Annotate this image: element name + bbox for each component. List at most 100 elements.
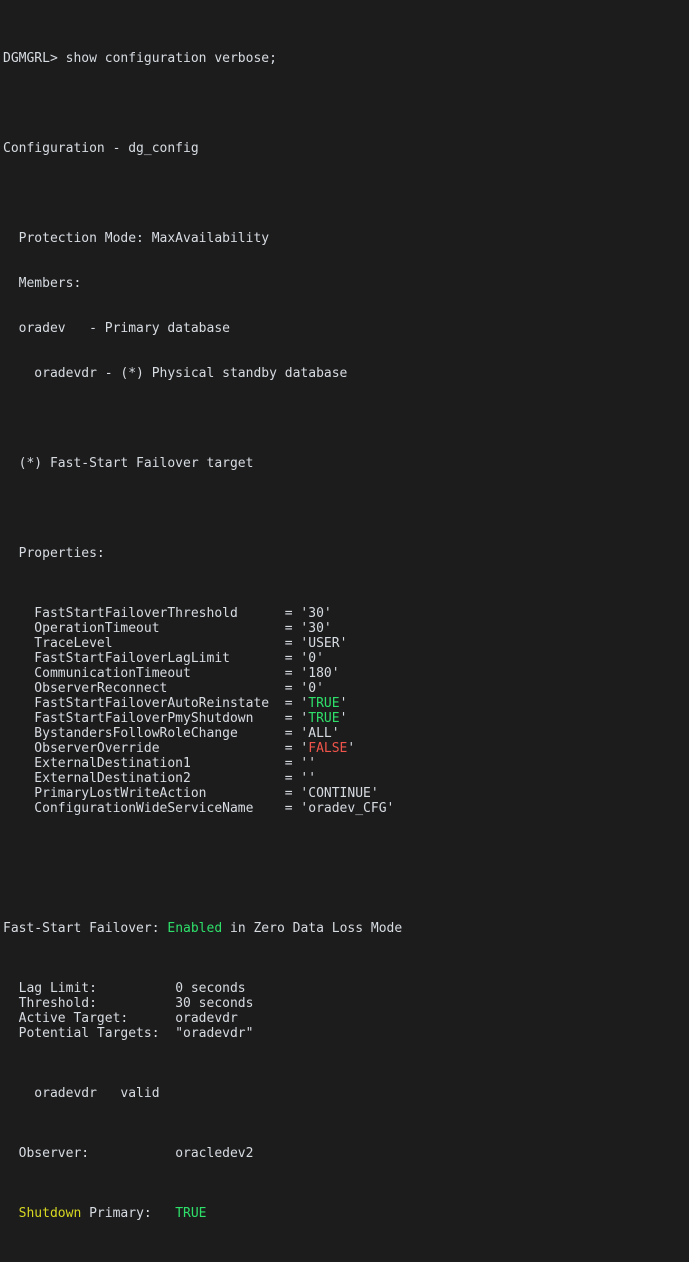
- property-name: PrimaryLostWriteAction: [3, 786, 285, 801]
- command-line: DGMGRL> show configuration verbose;: [3, 51, 689, 66]
- quote-open: ': [300, 666, 309, 681]
- fsfo-row: Potential Targets: "oradevdr": [3, 1026, 689, 1041]
- observer-value: oracledev2: [175, 1146, 254, 1161]
- property-value: 30: [308, 606, 324, 621]
- fast-start-failover-line: Fast-Start Failover: Enabled in Zero Dat…: [3, 921, 689, 936]
- property-value: CONTINUE: [308, 786, 371, 801]
- quote-close: ': [347, 741, 356, 756]
- member-primary-line: oradev - Primary database: [3, 321, 230, 336]
- member-standby-line: oradevdr - (*) Physical standby database: [3, 366, 348, 381]
- quote-open: ': [300, 756, 309, 771]
- terminal-screen[interactable]: DGMGRL> show configuration verbose; Conf…: [0, 0, 689, 1221]
- shutdown-keyword: Shutdown: [3, 1206, 82, 1221]
- property-row: ObserverOverride = 'FALSE': [3, 741, 689, 756]
- property-row: CommunicationTimeout = '180': [3, 666, 689, 681]
- quote-close: ': [316, 651, 324, 666]
- fsfo-row-value: "oradevdr": [175, 1026, 254, 1041]
- quote-open: ': [300, 786, 309, 801]
- properties-label: Properties:: [3, 546, 105, 561]
- property-value: oradev_CFG: [308, 801, 387, 816]
- property-row: ObserverReconnect = '0': [3, 681, 689, 696]
- quote-close: ': [339, 636, 348, 651]
- property-name: ExternalDestination2: [3, 771, 285, 786]
- fsfo-state: Enabled: [167, 921, 223, 936]
- property-row: FastStartFailoverLagLimit = '0': [3, 651, 689, 666]
- quote-close: ': [308, 756, 317, 771]
- property-row: OperationTimeout = '30': [3, 621, 689, 636]
- property-equals: =: [284, 786, 301, 801]
- quote-open: ': [300, 636, 309, 651]
- quote-open: ': [300, 651, 309, 666]
- property-name: OperationTimeout: [3, 621, 285, 636]
- property-row: PrimaryLostWriteAction = 'CONTINUE': [3, 786, 689, 801]
- fsfo-row: Lag Limit: 0 seconds: [3, 981, 689, 996]
- quote-open: ': [300, 771, 309, 786]
- fsfo-row-label: Lag Limit:: [3, 981, 176, 996]
- shell-prompt: DGMGRL>: [3, 51, 66, 66]
- property-row: ConfigurationWideServiceName = 'oradev_C…: [3, 801, 689, 816]
- property-row: FastStartFailoverPmyShutdown = 'TRUE': [3, 711, 689, 726]
- property-equals: =: [284, 771, 301, 786]
- quote-open: ': [300, 726, 309, 741]
- configuration-header: Configuration - dg_config: [3, 141, 199, 156]
- fsfo-row-value: 30 seconds: [175, 996, 254, 1011]
- property-name: FastStartFailoverThreshold: [3, 606, 285, 621]
- property-equals: =: [284, 801, 301, 816]
- property-equals: =: [284, 636, 301, 651]
- fsfo-row-label: Threshold:: [3, 996, 176, 1011]
- property-row: TraceLevel = 'USER': [3, 636, 689, 651]
- property-equals: =: [284, 741, 301, 756]
- quote-close: ': [331, 666, 340, 681]
- property-value: TRUE: [308, 696, 340, 711]
- property-row: FastStartFailoverThreshold = '30': [3, 606, 689, 621]
- quote-open: ': [300, 711, 309, 726]
- quote-close: ': [323, 606, 332, 621]
- property-equals: =: [284, 696, 301, 711]
- property-value: 0: [308, 651, 317, 666]
- property-name: ExternalDestination1: [3, 756, 285, 771]
- quote-open: ': [300, 681, 309, 696]
- property-value: 0: [308, 681, 317, 696]
- property-name: ObserverReconnect: [3, 681, 285, 696]
- property-name: ConfigurationWideServiceName: [3, 801, 285, 816]
- property-equals: =: [284, 726, 301, 741]
- property-row: ExternalDestination2 = '': [3, 771, 689, 786]
- properties-list: FastStartFailoverThreshold = '30' Operat…: [3, 606, 689, 816]
- command-text: show configuration verbose;: [65, 51, 277, 66]
- property-value: 30: [308, 621, 324, 636]
- protection-mode-line: Protection Mode: MaxAvailability: [3, 231, 270, 246]
- observer-label: Observer:: [3, 1146, 176, 1161]
- property-equals: =: [284, 651, 301, 666]
- quote-close: ': [316, 681, 324, 696]
- fsfo-label: Fast-Start Failover:: [3, 921, 168, 936]
- quote-open: ': [300, 696, 309, 711]
- property-value: 180: [308, 666, 332, 681]
- fsfo-row-label: Active Target:: [3, 1011, 176, 1026]
- property-equals: =: [284, 681, 301, 696]
- property-equals: =: [284, 711, 301, 726]
- quote-close: ': [331, 726, 340, 741]
- property-name: BystandersFollowRoleChange: [3, 726, 285, 741]
- quote-close: ': [308, 771, 317, 786]
- shutdown-primary-label: Primary:: [81, 1206, 176, 1221]
- members-label: Members:: [3, 276, 82, 291]
- shutdown-primary-row: Shutdown Primary: TRUE: [3, 1206, 689, 1221]
- quote-open: ': [300, 741, 309, 756]
- fsfo-target-note: (*) Fast-Start Failover target: [3, 456, 254, 471]
- property-equals: =: [284, 666, 301, 681]
- property-row: BystandersFollowRoleChange = 'ALL': [3, 726, 689, 741]
- property-name: ObserverOverride: [3, 741, 285, 756]
- property-name: FastStartFailoverPmyShutdown: [3, 711, 285, 726]
- fsfo-row: Active Target: oradevdr: [3, 1011, 689, 1026]
- observer-row: Observer: oracledev2: [3, 1146, 689, 1161]
- property-value: FALSE: [308, 741, 348, 756]
- property-equals: =: [284, 756, 301, 771]
- property-name: TraceLevel: [3, 636, 285, 651]
- fsfo-row-value: oradevdr: [175, 1011, 238, 1026]
- quote-close: ': [339, 696, 348, 711]
- shutdown-primary-value: TRUE: [175, 1206, 207, 1221]
- property-name: FastStartFailoverLagLimit: [3, 651, 285, 666]
